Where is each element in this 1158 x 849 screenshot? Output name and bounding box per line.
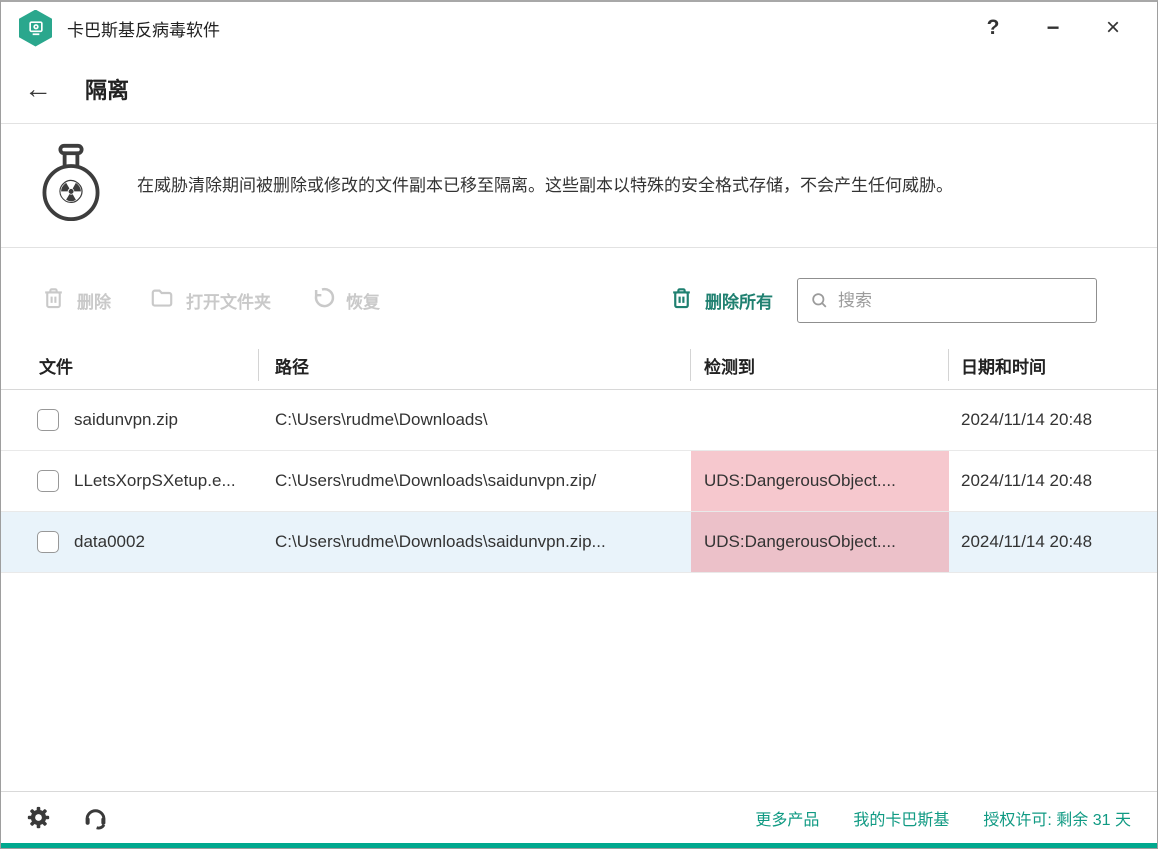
search-input[interactable]	[838, 291, 1084, 311]
file-path: C:\Users\rudme\Downloads\	[259, 390, 691, 450]
toolbar-left-group: 删除 打开文件夹 恢复	[41, 285, 380, 316]
delete-all-button[interactable]: 删除所有	[669, 286, 773, 316]
row-datetime: 2024/11/14 20:48	[949, 390, 1157, 450]
column-header-file[interactable]: 文件	[1, 341, 259, 389]
detection-cell-empty	[691, 390, 949, 450]
open-folder-button[interactable]: 打开文件夹	[149, 285, 271, 316]
kaspersky-logo-icon	[19, 10, 52, 47]
back-button[interactable]: ←	[21, 75, 55, 103]
app-title: 卡巴斯基反病毒软件	[67, 16, 220, 41]
empty-area	[1, 573, 1157, 791]
row-datetime: 2024/11/14 20:48	[949, 512, 1157, 572]
column-header-path[interactable]: 路径	[259, 341, 691, 389]
minimize-button[interactable]: −	[1023, 6, 1083, 50]
bottom-accent-bar	[1, 843, 1157, 848]
file-name: data0002	[74, 532, 145, 552]
page-header: ← 隔离	[1, 54, 1157, 123]
info-section: ☢ 在威胁清除期间被删除或修改的文件副本已移至隔离。这些副本以特殊的安全格式存储…	[1, 123, 1157, 248]
table-body: saidunvpn.zip C:\Users\rudme\Downloads\ 20…	[1, 390, 1157, 573]
file-cell: data0002	[1, 512, 259, 572]
row-datetime: 2024/11/14 20:48	[949, 451, 1157, 511]
detection-badge: UDS:DangerousObject....	[691, 512, 949, 572]
restore-label: 恢复	[346, 288, 380, 313]
info-text: 在威胁清除期间被删除或修改的文件副本已移至隔离。这些副本以特殊的安全格式存储，不…	[137, 172, 963, 199]
kaspersky-window: 卡巴斯基反病毒软件 ? − × ← 隔离 ☢ 在威胁清除期间被删除或修改的文件副…	[0, 0, 1158, 849]
table-row[interactable]: data0002 C:\Users\rudme\Downloads\saidunv…	[1, 512, 1157, 573]
toolbar: 删除 打开文件夹 恢复	[1, 248, 1157, 341]
gear-icon[interactable]	[25, 804, 52, 831]
row-checkbox[interactable]	[37, 531, 59, 553]
search-icon	[810, 291, 829, 310]
radiation-glyph: ☢	[57, 174, 86, 210]
table-row[interactable]: saidunvpn.zip C:\Users\rudme\Downloads\ 20…	[1, 390, 1157, 451]
trash-icon	[669, 286, 694, 316]
my-kaspersky-link[interactable]: 我的卡巴斯基	[853, 806, 949, 830]
file-name: LLetsXorpSXetup.e...	[74, 471, 236, 491]
folder-icon	[149, 285, 175, 316]
table-row[interactable]: LLetsXorpSXetup.e... C:\Users\rudme\Downl…	[1, 451, 1157, 512]
window-controls: ? − ×	[963, 6, 1143, 50]
footer-links: 更多产品 我的卡巴斯基 授权许可: 剩余 31 天	[755, 806, 1131, 830]
license-status[interactable]: 授权许可: 剩余 31 天	[983, 806, 1131, 830]
file-cell: LLetsXorpSXetup.e...	[1, 451, 259, 511]
restore-button[interactable]: 恢复	[309, 285, 380, 316]
titlebar: 卡巴斯基反病毒软件 ? − ×	[1, 2, 1157, 54]
row-checkbox[interactable]	[37, 409, 59, 431]
more-products-link[interactable]: 更多产品	[755, 806, 819, 830]
support-headset-icon[interactable]	[82, 804, 109, 831]
file-path: C:\Users\rudme\Downloads\saidunvpn.zip..…	[259, 512, 691, 572]
quarantine-flask-icon: ☢	[37, 142, 105, 229]
delete-label: 删除	[77, 288, 111, 313]
table-header: 文件 路径 检测到 日期和时间	[1, 341, 1157, 390]
open-folder-label: 打开文件夹	[186, 288, 271, 313]
close-button[interactable]: ×	[1083, 6, 1143, 50]
file-name: saidunvpn.zip	[74, 410, 178, 430]
search-box[interactable]	[797, 278, 1097, 323]
trash-icon	[41, 286, 66, 316]
page-title: 隔离	[85, 73, 129, 105]
footer-icons	[25, 804, 109, 831]
delete-all-label: 删除所有	[705, 288, 773, 313]
help-button[interactable]: ?	[963, 6, 1023, 50]
quarantine-table: 文件 路径 检测到 日期和时间 saidunvpn.zip C:\Users\ru…	[1, 341, 1157, 573]
file-path: C:\Users\rudme\Downloads\saidunvpn.zip/	[259, 451, 691, 511]
delete-button[interactable]: 删除	[41, 286, 111, 316]
column-header-detected[interactable]: 检测到	[691, 341, 949, 389]
restore-icon	[309, 285, 335, 316]
footer: 更多产品 我的卡巴斯基 授权许可: 剩余 31 天	[1, 791, 1157, 843]
file-cell: saidunvpn.zip	[1, 390, 259, 450]
detection-badge: UDS:DangerousObject....	[691, 451, 949, 511]
row-checkbox[interactable]	[37, 470, 59, 492]
column-header-datetime[interactable]: 日期和时间	[949, 341, 1157, 389]
